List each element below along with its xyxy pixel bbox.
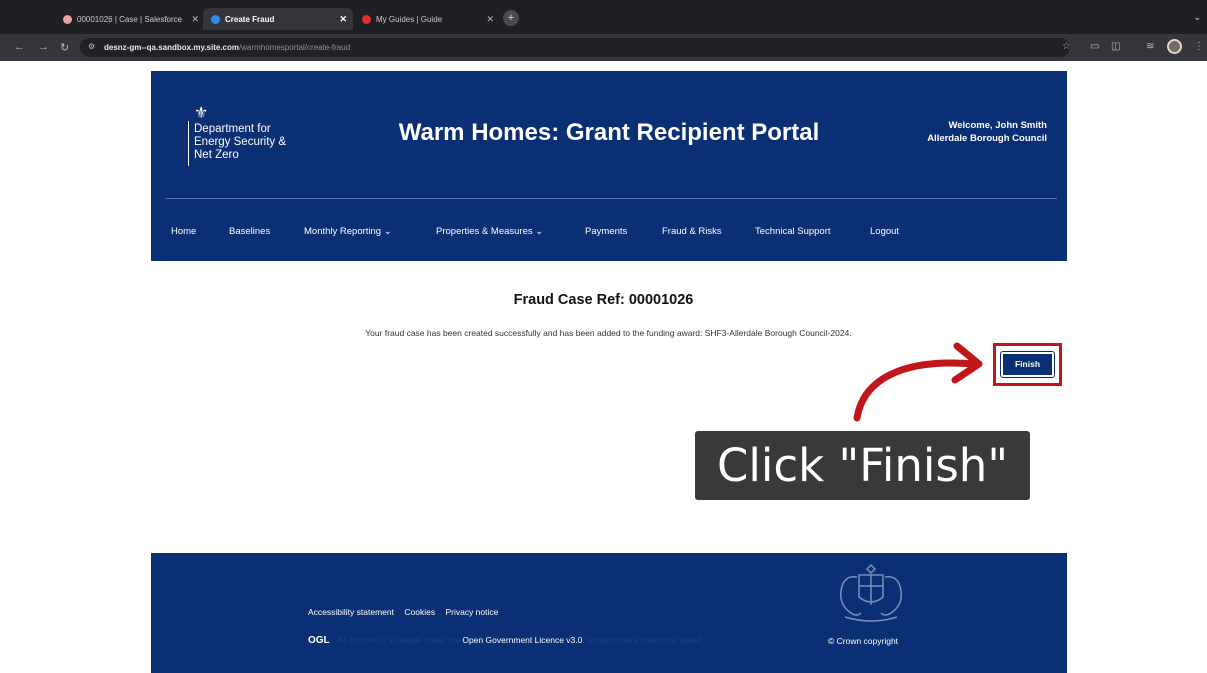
browser-menu-icon[interactable]: ⋮ bbox=[1194, 41, 1204, 52]
close-tab-icon[interactable]: ✕ bbox=[486, 14, 494, 25]
licence-prefix: All content is available under the bbox=[337, 635, 460, 645]
browser-tab-salesforce[interactable]: 00001026 | Case | Salesforce ✕ bbox=[55, 8, 205, 30]
browser-tab-bar: 00001026 | Case | Salesforce ✕ Create Fr… bbox=[0, 0, 1207, 34]
close-tab-icon[interactable]: ✕ bbox=[339, 14, 347, 25]
site-info-icon[interactable]: ⚙ bbox=[88, 42, 95, 51]
nav-baselines[interactable]: Baselines bbox=[229, 226, 270, 237]
nav-home[interactable]: Home bbox=[171, 226, 196, 237]
royal-coat-of-arms-icon bbox=[839, 563, 903, 622]
licence-suffix: , except where otherwise stated bbox=[582, 635, 702, 645]
extensions-icon[interactable]: ◫ bbox=[1111, 41, 1120, 52]
ogl-logo: OGL bbox=[308, 635, 330, 646]
profile-menu-icon[interactable]: ≋ bbox=[1146, 41, 1154, 52]
licence-link[interactable]: Open Government Licence v3.0 bbox=[462, 635, 582, 645]
nav-fraud-risks[interactable]: Fraud & Risks bbox=[662, 226, 722, 237]
header-divider bbox=[166, 198, 1057, 199]
site-header: ⚜ Department for Energy Security & Net Z… bbox=[151, 71, 1067, 261]
welcome-line: Welcome, John Smith bbox=[948, 120, 1047, 131]
browser-tab-guides[interactable]: My Guides | Guide ✕ bbox=[354, 8, 500, 30]
page-viewport: ⚜ Department for Energy Security & Net Z… bbox=[0, 61, 1207, 673]
tab-title: Create Fraud bbox=[225, 14, 275, 24]
callout-arrow-icon bbox=[853, 342, 983, 422]
tab-search-icon[interactable]: ⌄ bbox=[1193, 12, 1201, 23]
nav-technical-support[interactable]: Technical Support bbox=[755, 226, 831, 237]
new-tab-button[interactable]: + bbox=[503, 10, 519, 26]
nav-payments[interactable]: Payments bbox=[585, 226, 627, 237]
footer-link-privacy[interactable]: Privacy notice bbox=[445, 607, 498, 617]
url-text[interactable]: desnz-gm--qa.sandbox.my.site.com/warmhom… bbox=[104, 43, 350, 52]
page-title: Fraud Case Ref: 00001026 bbox=[513, 292, 694, 308]
nav-properties-measures[interactable]: Properties & Measures ⌄ bbox=[436, 226, 543, 237]
url-host: desnz-gm--qa.sandbox.my.site.com bbox=[104, 43, 239, 52]
licence-statement: OGL All content is available under the O… bbox=[308, 635, 702, 646]
url-path: /warmhomesportal/create-fraud bbox=[239, 43, 351, 52]
main-nav: Home Baselines Monthly Reporting ⌄ Prope… bbox=[151, 226, 1067, 242]
footer-link-accessibility[interactable]: Accessibility statement bbox=[308, 607, 394, 617]
close-tab-icon[interactable]: ✕ bbox=[191, 14, 199, 25]
nav-monthly-reporting[interactable]: Monthly Reporting ⌄ bbox=[304, 226, 392, 237]
finish-highlight: Finish bbox=[993, 343, 1062, 386]
avatar[interactable] bbox=[1167, 39, 1182, 54]
browser-tab-create-fraud[interactable]: Create Fraud ✕ bbox=[203, 8, 353, 30]
site-footer: Accessibility statement Cookies Privacy … bbox=[151, 553, 1067, 673]
bookmark-star-icon[interactable]: ☆ bbox=[1062, 41, 1071, 52]
back-icon[interactable]: ← bbox=[14, 41, 25, 53]
site-favicon-icon bbox=[211, 14, 220, 24]
tab-title: 00001026 | Case | Salesforce bbox=[77, 14, 183, 24]
salesforce-favicon-icon bbox=[63, 14, 72, 24]
footer-links: Accessibility statement Cookies Privacy … bbox=[308, 607, 506, 617]
tab-title: My Guides | Guide bbox=[376, 14, 443, 24]
crown-copyright: © Crown copyright bbox=[828, 636, 899, 646]
finish-button[interactable]: Finish bbox=[1000, 351, 1055, 378]
guide-favicon-icon bbox=[362, 14, 371, 24]
success-message: Your fraud case has been created success… bbox=[365, 328, 852, 338]
cast-icon[interactable]: ▭ bbox=[1090, 41, 1099, 52]
instruction-callout: Click "Finish" bbox=[695, 431, 1030, 500]
organisation-name: Allerdale Borough Council bbox=[927, 133, 1047, 144]
browser-toolbar: ← → ↻ ⚙ desnz-gm--qa.sandbox.my.site.com… bbox=[0, 34, 1207, 61]
forward-icon[interactable]: → bbox=[38, 41, 49, 53]
nav-logout[interactable]: Logout bbox=[870, 226, 899, 237]
user-welcome: Welcome, John Smith Allerdale Borough Co… bbox=[927, 119, 1047, 145]
reload-icon[interactable]: ↻ bbox=[60, 41, 69, 54]
footer-link-cookies[interactable]: Cookies bbox=[404, 607, 435, 617]
